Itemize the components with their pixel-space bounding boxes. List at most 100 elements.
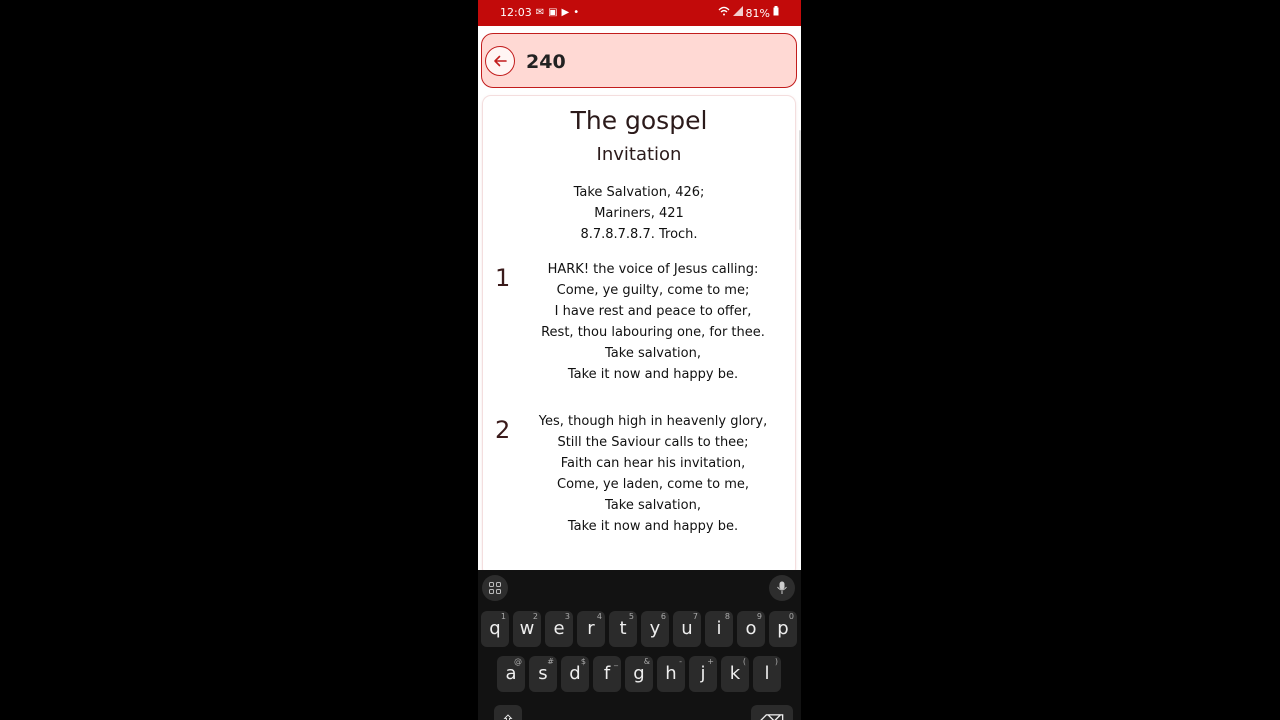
backspace-icon: ⌫ (759, 712, 784, 720)
keyboard-apps-button[interactable] (482, 575, 508, 601)
key-label: t (619, 618, 627, 639)
key-label: y (649, 618, 661, 639)
wifi-icon (718, 6, 730, 20)
verse-text: Yes, though high in heavenly glory, Stil… (533, 411, 773, 537)
meter-line: 8.7.8.7.8.7. Troch. (580, 227, 698, 242)
key-w[interactable]: w2 (513, 611, 541, 647)
verse-line: Take salvation, (605, 346, 701, 361)
key-label: l (764, 663, 770, 684)
key-h[interactable]: h- (657, 656, 685, 692)
mail-icon: ✉ (535, 6, 545, 18)
shift-icon: ⇧ (500, 712, 515, 720)
tune-line: Mariners, 421 (594, 206, 684, 221)
verse-line: I have rest and peace to offer, (554, 304, 752, 319)
key-label: u (681, 618, 693, 639)
on-screen-keyboard: q1w2e3r4t5y6u7i8o9p0 a @ s # d $ f _ g & h - j + k(l) … (478, 570, 801, 720)
key-o[interactable]: o9 (737, 611, 765, 647)
back-button[interactable] (485, 46, 515, 76)
verse-number: 2 (495, 416, 511, 444)
key-d[interactable]: d $ (561, 656, 589, 692)
backspace-key[interactable]: ⌫ (751, 705, 793, 720)
key-label: r (587, 618, 595, 639)
verse-line: Take it now and happy be. (567, 519, 739, 534)
key-alt-label: 3 (564, 612, 570, 621)
key-y[interactable]: y6 (641, 611, 669, 647)
signal-icon (732, 6, 743, 20)
key-alt-label: @ (514, 657, 522, 666)
key-label: o (745, 618, 757, 639)
verse-line: Yes, though high in heavenly glory, (538, 414, 768, 429)
arrow-left-icon (494, 55, 507, 67)
tune-line: Take Salvation, 426; (573, 185, 705, 200)
key-alt-label: & (643, 657, 650, 666)
key-q[interactable]: q1 (481, 611, 509, 647)
shift-key[interactable]: ⇧ (494, 705, 522, 720)
key-label: s (538, 663, 548, 684)
verse-line: Come, ye guilty, come to me; (556, 283, 750, 298)
key-alt-label: 1 (500, 612, 506, 621)
key-alt-label: _ (614, 657, 618, 666)
verse-line: Take it now and happy be. (567, 367, 739, 382)
key-alt-label: 2 (532, 612, 538, 621)
verse-line: HARK! the voice of Jesus calling: (547, 262, 759, 277)
key-t[interactable]: t5 (609, 611, 637, 647)
battery-icon (773, 6, 779, 20)
key-f[interactable]: f _ (593, 656, 621, 692)
notification-dot-icon: • (573, 6, 580, 18)
key-alt-label: 0 (788, 612, 794, 621)
key-alt-label: + (707, 657, 714, 666)
key-g[interactable]: g & (625, 656, 653, 692)
key-e[interactable]: e3 (545, 611, 573, 647)
verse-text: HARK! the voice of Jesus calling: Come, … (533, 259, 773, 385)
key-s[interactable]: s # (529, 656, 557, 692)
key-p[interactable]: p0 (769, 611, 797, 647)
youtube-icon: ▶ (561, 6, 570, 18)
grid-icon (489, 582, 501, 594)
key-label: e (553, 618, 565, 639)
key-label: q (489, 618, 501, 639)
key-alt-label: 4 (596, 612, 602, 621)
key-alt-label: ) (774, 657, 778, 666)
app-header: 240 (481, 33, 797, 88)
scrollbar[interactable] (799, 130, 801, 230)
verse-line: Come, ye laden, come to me, (557, 477, 749, 492)
key-label: f (603, 663, 611, 684)
key-alt-label: 9 (756, 612, 762, 621)
key-r[interactable]: r4 (577, 611, 605, 647)
verse-line: Rest, thou labouring one, for thee. (541, 325, 765, 340)
verse-line: Take salvation, (605, 498, 701, 513)
key-alt-label: # (547, 657, 554, 666)
hymn-title: The gospel (570, 106, 708, 135)
key-alt-label: $ (580, 657, 586, 666)
key-label: i (716, 618, 722, 639)
key-label: h (665, 663, 677, 684)
screen-record-icon: ▣ (548, 6, 558, 18)
hymn-tunes: Take Salvation, 426; Mariners, 421 8.7.8… (483, 182, 795, 245)
hymn-card[interactable]: The gospel Invitation Take Salvation, 42… (483, 96, 795, 576)
key-j[interactable]: j + (689, 656, 717, 692)
key-alt-label: ( (742, 657, 746, 666)
key-k[interactable]: k( (721, 656, 749, 692)
key-alt-label: 8 (724, 612, 730, 621)
key-label: p (777, 618, 789, 639)
key-label: d (569, 663, 581, 684)
key-alt-label: 5 (628, 612, 634, 621)
key-i[interactable]: i8 (705, 611, 733, 647)
status-time: 12:03 (500, 6, 532, 19)
verse-line: Faith can hear his invitation, (560, 456, 746, 471)
phone-screen: 12:03 ✉ ▣ ▶ • 81% 240 The gospel Invitat… (478, 0, 801, 720)
key-alt-label: - (679, 657, 682, 666)
status-bar: 12:03 ✉ ▣ ▶ • 81% (478, 0, 801, 26)
key-label: j (700, 663, 706, 684)
key-label: k (729, 663, 741, 684)
key-l[interactable]: l) (753, 656, 781, 692)
voice-input-button[interactable] (769, 575, 795, 601)
verse-line: Still the Saviour calls to thee; (557, 435, 749, 450)
verse-number: 1 (495, 264, 511, 292)
key-alt-label: 6 (660, 612, 666, 621)
battery-percent: 81% (745, 6, 770, 20)
key-a[interactable]: a @ (497, 656, 525, 692)
key-alt-label: 7 (692, 612, 698, 621)
key-u[interactable]: u7 (673, 611, 701, 647)
hymn-number: 240 (526, 51, 566, 73)
